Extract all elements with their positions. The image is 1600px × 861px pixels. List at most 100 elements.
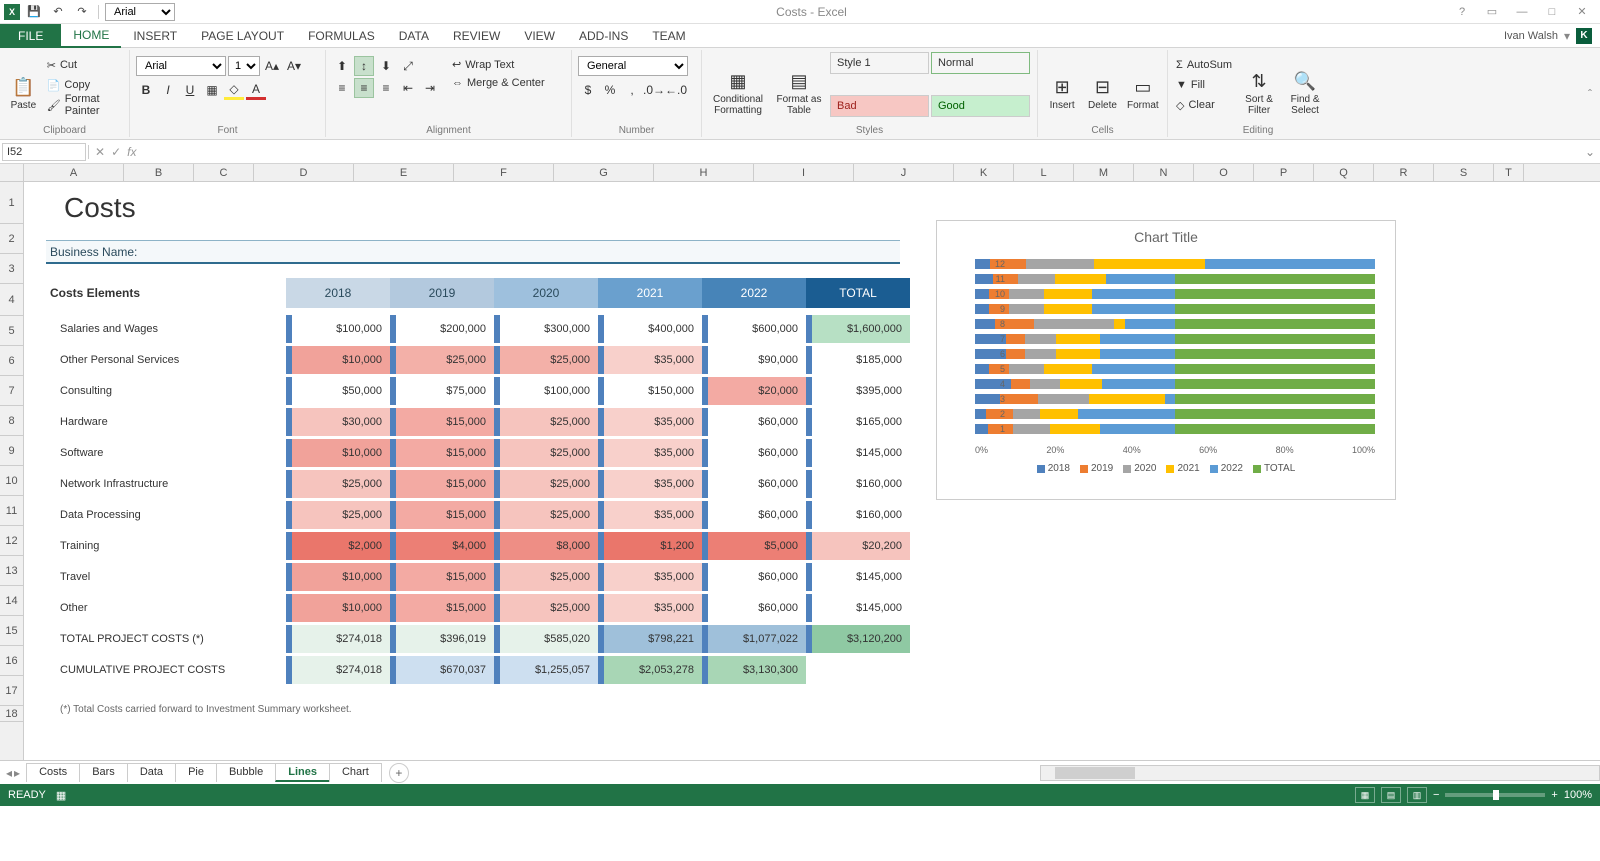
user-badge[interactable]: K: [1576, 28, 1592, 44]
align-center-icon[interactable]: ≡: [354, 78, 374, 98]
sheet-tab-data[interactable]: Data: [127, 763, 176, 782]
number-format-select[interactable]: General: [578, 56, 688, 76]
page-break-view-icon[interactable]: ▥: [1407, 787, 1427, 803]
user-name[interactable]: Ivan Walsh: [1504, 30, 1558, 42]
data-cell[interactable]: $35,000: [598, 439, 702, 467]
data-cell[interactable]: $25,000: [494, 594, 598, 622]
bold-button[interactable]: B: [136, 80, 156, 100]
data-cell[interactable]: $10,000: [286, 439, 390, 467]
copy-button[interactable]: 📄Copy: [45, 76, 123, 94]
data-cell[interactable]: $25,000: [494, 408, 598, 436]
data-cell[interactable]: $15,000: [390, 501, 494, 529]
percent-icon[interactable]: %: [600, 80, 620, 100]
indent-inc-icon[interactable]: ⇥: [420, 78, 440, 98]
col-header-B[interactable]: B: [124, 164, 194, 181]
col-header-J[interactable]: J: [854, 164, 954, 181]
zoom-in-icon[interactable]: +: [1551, 789, 1557, 801]
col-header-P[interactable]: P: [1254, 164, 1314, 181]
data-cell[interactable]: $20,000: [702, 377, 806, 405]
row-header-6[interactable]: 6: [0, 346, 23, 376]
data-cell[interactable]: $25,000: [494, 439, 598, 467]
decimal-inc-icon[interactable]: .0→: [644, 80, 664, 100]
add-sheet-button[interactable]: +: [389, 763, 409, 783]
col-header-N[interactable]: N: [1134, 164, 1194, 181]
data-cell[interactable]: $60,000: [702, 439, 806, 467]
autosum-button[interactable]: ΣAutoSum: [1174, 56, 1234, 74]
data-cell[interactable]: $100,000: [494, 377, 598, 405]
data-cell[interactable]: $10,000: [286, 563, 390, 591]
close-icon[interactable]: ✕: [1568, 2, 1596, 22]
data-cell[interactable]: $60,000: [702, 563, 806, 591]
data-cell[interactable]: $25,000: [286, 470, 390, 498]
font-size-select[interactable]: 10: [228, 56, 260, 76]
increase-font-icon[interactable]: A▴: [262, 56, 282, 76]
data-cell[interactable]: $15,000: [390, 439, 494, 467]
col-header-I[interactable]: I: [754, 164, 854, 181]
ribbon-display-icon[interactable]: ▭: [1478, 2, 1506, 22]
normal-view-icon[interactable]: ▦: [1355, 787, 1375, 803]
data-cell[interactable]: $25,000: [494, 501, 598, 529]
row-header-17[interactable]: 17: [0, 676, 23, 706]
fx-icon[interactable]: fx: [127, 145, 136, 159]
wrap-text-button[interactable]: ↩Wrap Text: [448, 56, 549, 73]
data-cell[interactable]: $50,000: [286, 377, 390, 405]
tab-nav-last-icon[interactable]: ▸: [14, 766, 20, 780]
row-header-12[interactable]: 12: [0, 526, 23, 556]
sheet-tab-bubble[interactable]: Bubble: [216, 763, 276, 782]
data-cell[interactable]: $5,000: [702, 532, 806, 560]
macro-icon[interactable]: ▦: [56, 789, 66, 802]
data-cell[interactable]: $1,200: [598, 532, 702, 560]
col-header-T[interactable]: T: [1494, 164, 1524, 181]
redo-icon[interactable]: ↷: [72, 2, 92, 22]
expand-formula-icon[interactable]: ⌄: [1580, 145, 1600, 159]
collapse-ribbon-icon[interactable]: ˆ: [1580, 50, 1600, 137]
ribbon-tab-team[interactable]: TEAM: [640, 24, 697, 48]
data-cell[interactable]: $30,000: [286, 408, 390, 436]
format-cells-button[interactable]: ▭Format: [1125, 52, 1161, 135]
paste-button[interactable]: 📋Paste: [6, 52, 41, 135]
select-all-corner[interactable]: [0, 164, 24, 181]
help-icon[interactable]: ?: [1448, 2, 1476, 22]
ribbon-tab-formulas[interactable]: FORMULAS: [296, 24, 387, 48]
ribbon-tab-page-layout[interactable]: PAGE LAYOUT: [189, 24, 296, 48]
align-bottom-icon[interactable]: ⬇: [376, 56, 396, 76]
data-cell[interactable]: $670,037: [390, 656, 494, 684]
font-name-select[interactable]: Arial: [136, 56, 226, 76]
ribbon-tab-home[interactable]: HOME: [61, 24, 121, 48]
undo-icon[interactable]: ↶: [48, 2, 68, 22]
italic-button[interactable]: I: [158, 80, 178, 100]
data-cell[interactable]: $396,019: [390, 625, 494, 653]
data-cell[interactable]: $4,000: [390, 532, 494, 560]
zoom-out-icon[interactable]: −: [1433, 789, 1439, 801]
data-cell[interactable]: $165,000: [806, 408, 910, 436]
data-cell[interactable]: $160,000: [806, 501, 910, 529]
minimize-icon[interactable]: —: [1508, 2, 1536, 22]
data-cell[interactable]: $798,221: [598, 625, 702, 653]
data-cell[interactable]: $60,000: [702, 408, 806, 436]
maximize-icon[interactable]: □: [1538, 2, 1566, 22]
row-header-3[interactable]: 3: [0, 254, 23, 284]
format-painter-button[interactable]: 🖌Format Painter: [45, 96, 123, 114]
data-cell[interactable]: $1,077,022: [702, 625, 806, 653]
data-cell[interactable]: $8,000: [494, 532, 598, 560]
row-header-7[interactable]: 7: [0, 376, 23, 406]
worksheet-grid[interactable]: Costs Business Name: Costs Elements20182…: [24, 182, 1600, 760]
chart[interactable]: Chart Title 121110987654321 0%20%40%60%8…: [936, 220, 1396, 500]
data-cell[interactable]: $75,000: [390, 377, 494, 405]
row-header-11[interactable]: 11: [0, 496, 23, 526]
data-cell[interactable]: $145,000: [806, 563, 910, 591]
data-cell[interactable]: $25,000: [494, 470, 598, 498]
col-header-G[interactable]: G: [554, 164, 654, 181]
col-header-D[interactable]: D: [254, 164, 354, 181]
data-cell[interactable]: $10,000: [286, 346, 390, 374]
row-header-18[interactable]: 18: [0, 706, 23, 722]
data-cell[interactable]: $145,000: [806, 439, 910, 467]
row-header-10[interactable]: 10: [0, 466, 23, 496]
style-1-button[interactable]: Style 1: [830, 52, 929, 74]
col-header-E[interactable]: E: [354, 164, 454, 181]
data-cell[interactable]: $1,255,057: [494, 656, 598, 684]
data-cell[interactable]: $2,053,278: [598, 656, 702, 684]
data-cell[interactable]: $1,600,000: [806, 315, 910, 343]
decrease-font-icon[interactable]: A▾: [284, 56, 304, 76]
sheet-tab-bars[interactable]: Bars: [79, 763, 128, 782]
